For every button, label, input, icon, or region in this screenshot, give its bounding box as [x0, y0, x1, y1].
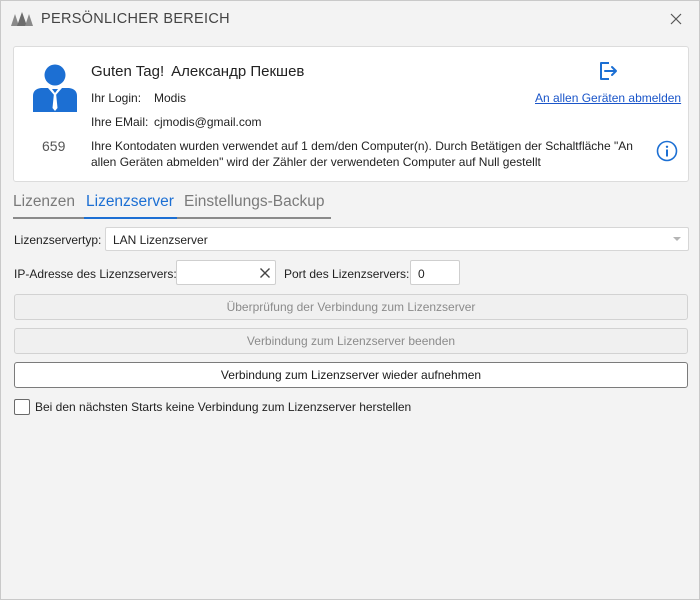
login-label: Ihr Login: [91, 91, 142, 105]
tab-einstellungs-backup[interactable]: Einstellungs-Backup [184, 193, 324, 215]
no-connect-checkbox[interactable] [14, 399, 30, 415]
check-connection-button[interactable]: Überprüfung der Verbindung zum Lizenzser… [14, 294, 688, 320]
tab-bar: Lizenzen Lizenzserver Einstellungs-Backu… [13, 193, 331, 219]
port-input[interactable]: 0 [410, 260, 460, 285]
title-bar: PERSÖNLICHER BEREICH [1, 1, 699, 37]
window-title: PERSÖNLICHER BEREICH [41, 11, 230, 27]
logout-icon[interactable] [597, 60, 619, 82]
account-card: Guten Tag! Александр Пекшев Ihr Login: Mo… [13, 46, 689, 182]
user-name: Александр Пекшев [171, 63, 305, 80]
clear-icon[interactable] [259, 267, 271, 279]
close-button[interactable] [665, 9, 687, 29]
close-icon [670, 13, 682, 25]
usage-info-text: Ihre Kontodaten wurden verwendet auf 1 d… [91, 139, 633, 169]
user-avatar-icon [33, 64, 77, 112]
ip-address-input[interactable] [176, 260, 276, 285]
no-connect-checkbox-label: Bei den nächsten Starts keine Verbindung… [35, 400, 412, 414]
app-logo-icon [11, 12, 33, 26]
tab-lizenzen[interactable]: Lizenzen [13, 193, 75, 215]
email-label: Ihre EMail: [91, 115, 149, 129]
greeting-text: Guten Tag! [91, 63, 165, 80]
info-icon[interactable] [656, 140, 678, 162]
port-label: Port des Lizenzservers: [284, 267, 410, 281]
server-type-value: LAN Lizenzserver [113, 233, 208, 247]
email-value: cjmodis@gmail.com [154, 115, 262, 129]
login-value: Modis [154, 91, 187, 105]
end-connection-button[interactable]: Verbindung zum Lizenzserver beenden [14, 328, 688, 354]
port-value: 0 [418, 267, 425, 281]
personal-area-window: PERSÖNLICHER BEREICH Guten Tag! Александр… [0, 0, 700, 600]
greeting: Guten Tag! Александр Пекшев [91, 63, 304, 80]
chevron-down-icon [673, 237, 681, 241]
tab-lizenzserver[interactable]: Lizenzserver [84, 193, 177, 219]
usage-counter: 659 [42, 138, 66, 154]
ip-address-label: IP-Adresse des Lizenzservers: [14, 267, 177, 281]
logout-all-devices-link[interactable]: An allen Geräten abmelden [535, 91, 681, 105]
resume-connection-button[interactable]: Verbindung zum Lizenzserver wieder aufne… [14, 362, 688, 388]
server-type-label: Lizenzservertyp: [14, 233, 102, 247]
server-type-select[interactable]: LAN Lizenzserver [105, 227, 689, 251]
